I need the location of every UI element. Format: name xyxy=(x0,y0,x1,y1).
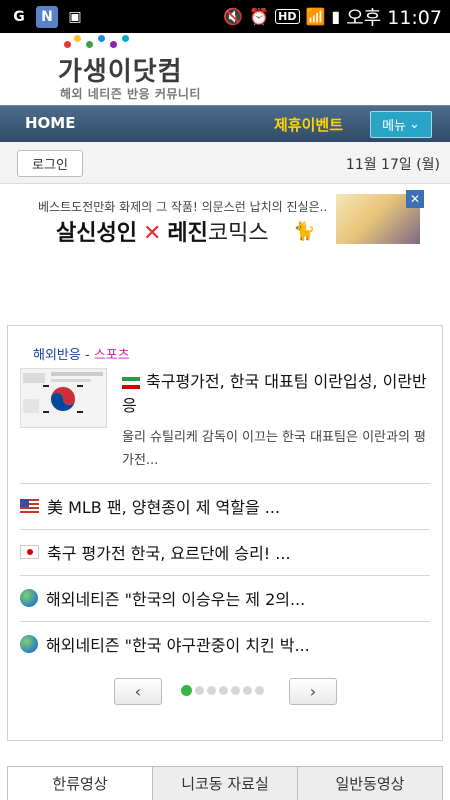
menu-button[interactable]: 메뉴 ⌄ xyxy=(370,111,432,138)
pager-dot[interactable] xyxy=(219,686,228,695)
us-flag-icon xyxy=(20,499,39,513)
ad-banner[interactable]: 베스트도전만화 화제의 그 작품! 의문스런 납치의 진실은.. 살신성인 ✕ 레진… xyxy=(28,190,424,246)
news-item[interactable]: 축구 평가전 한국, 요르단에 승리! ... xyxy=(20,532,432,572)
globe-icon xyxy=(20,589,38,607)
ad-close-icon[interactable]: ✕ xyxy=(406,190,424,208)
pager-dot-active[interactable] xyxy=(181,685,192,696)
news-item[interactable]: 해외네티즌 "한국 야구관중이 치킨 박... xyxy=(20,624,432,664)
prev-page-button[interactable]: ‹ xyxy=(114,678,162,705)
bottom-tabs: 한류영상 니코동 자료실 일반동영상 xyxy=(7,766,443,800)
divider xyxy=(20,529,430,530)
logo-dot xyxy=(98,35,105,42)
ad-x-mark: ✕ xyxy=(142,221,162,246)
chevron-right-icon: › xyxy=(309,682,317,701)
alarm-icon: ⏰ xyxy=(249,7,270,26)
hd-icon: HD xyxy=(275,9,300,24)
status-bar: G N ▣ 🔇 ⏰ HD 📶 ▮ 오후 11:07 xyxy=(0,0,450,33)
logo-dot xyxy=(64,41,71,48)
ad-brand-bold: 레진 xyxy=(167,221,208,246)
pager-dots xyxy=(181,685,264,696)
divider xyxy=(20,483,430,484)
login-bar: 로그인 11월 17일 (월) xyxy=(0,142,450,184)
next-page-button[interactable]: › xyxy=(289,678,337,705)
ad-headline: 살신성인 ✕ 레진코믹스 xyxy=(56,215,269,247)
divider xyxy=(20,575,430,576)
news-item-text: 해외네티즌 "한국의 이승우는 제 2의... xyxy=(46,590,306,609)
news-item[interactable]: 美 MLB 팬, 양현종이 제 역할을 ... xyxy=(20,486,432,526)
tab-general-video[interactable]: 일반동영상 xyxy=(298,767,442,800)
menu-label: 메뉴 xyxy=(382,119,406,134)
logo-dot xyxy=(86,41,93,48)
pager-dot[interactable] xyxy=(243,686,252,695)
sync-icon: G xyxy=(13,8,25,25)
clock: 오후 11:07 xyxy=(346,7,442,29)
image-icon: ▣ xyxy=(68,8,82,25)
tab-hallyu-video[interactable]: 한류영상 xyxy=(8,767,153,800)
site-logo[interactable]: 가생이닷컴 해외 네티즌 반응 커뮤니티 xyxy=(0,33,450,105)
nav-home-link[interactable]: HOME xyxy=(25,114,75,132)
iran-flag-icon xyxy=(122,376,140,389)
nav-event-link[interactable]: 제휴이벤트 xyxy=(274,114,343,135)
news-category[interactable]: 해외반응 - 스포츠 xyxy=(33,344,130,363)
japan-flag-icon xyxy=(20,545,39,559)
pager-dot[interactable] xyxy=(195,686,204,695)
logo-title: 가생이닷컴 xyxy=(58,57,183,87)
pager-dot[interactable] xyxy=(255,686,264,695)
featured-title[interactable]: 축구평가전, 한국 대표팀 이란입성, 이란반응 xyxy=(122,370,432,418)
wifi-icon: 📶 xyxy=(305,7,326,26)
news-item[interactable]: 해외네티즌 "한국의 이승우는 제 2의... xyxy=(20,578,432,618)
date-label: 11월 17일 (월) xyxy=(345,157,440,173)
nav-bar: HOME 제휴이벤트 메뉴 ⌄ xyxy=(0,105,450,142)
cat-icon: 🐈 xyxy=(293,221,316,242)
battery-icon: ▮ xyxy=(331,7,341,26)
chevron-left-icon: ‹ xyxy=(134,682,142,701)
logo-dot xyxy=(110,41,117,48)
logo-dot xyxy=(122,35,129,42)
pager-dot[interactable] xyxy=(207,686,216,695)
logo-subtitle: 해외 네티즌 반응 커뮤니티 xyxy=(60,87,201,101)
naver-icon: N xyxy=(36,5,58,28)
ad-brand-normal: 코믹스 xyxy=(207,221,269,246)
pager-dot[interactable] xyxy=(231,686,240,695)
featured-thumbnail[interactable] xyxy=(20,368,107,428)
mute-icon: 🔇 xyxy=(223,7,244,26)
tab-nicodo-archive[interactable]: 니코동 자료실 xyxy=(153,767,298,800)
featured-title-text: 축구평가전, 한국 대표팀 이란입성, 이란반응 xyxy=(122,372,427,415)
news-panel: 해외반응 - 스포츠 축구평가전, 한국 대표팀 이란입성, 이란반응 울리 슈… xyxy=(7,325,443,741)
category-separator: - xyxy=(80,348,94,363)
category-sub: 스포츠 xyxy=(93,348,130,363)
divider xyxy=(20,621,430,622)
logo-dot xyxy=(74,35,81,42)
chevron-down-icon: ⌄ xyxy=(409,117,420,132)
news-item-text: 축구 평가전 한국, 요르단에 승리! ... xyxy=(47,544,291,563)
news-item-text: 美 MLB 팬, 양현종이 제 역할을 ... xyxy=(47,498,281,517)
category-main: 해외반응 xyxy=(33,348,81,363)
globe-icon xyxy=(20,635,38,653)
login-button[interactable]: 로그인 xyxy=(17,150,83,177)
ad-tagline: 베스트도전만화 화제의 그 작품! 의문스런 납치의 진실은.. xyxy=(38,200,328,214)
ad-title-left: 살신성인 xyxy=(56,221,137,246)
news-item-text: 해외네티즌 "한국 야구관중이 치킨 박... xyxy=(46,636,310,655)
featured-description: 울리 슈틸리케 감독이 이끄는 한국 대표팀은 이란과의 평가전... xyxy=(122,430,427,468)
